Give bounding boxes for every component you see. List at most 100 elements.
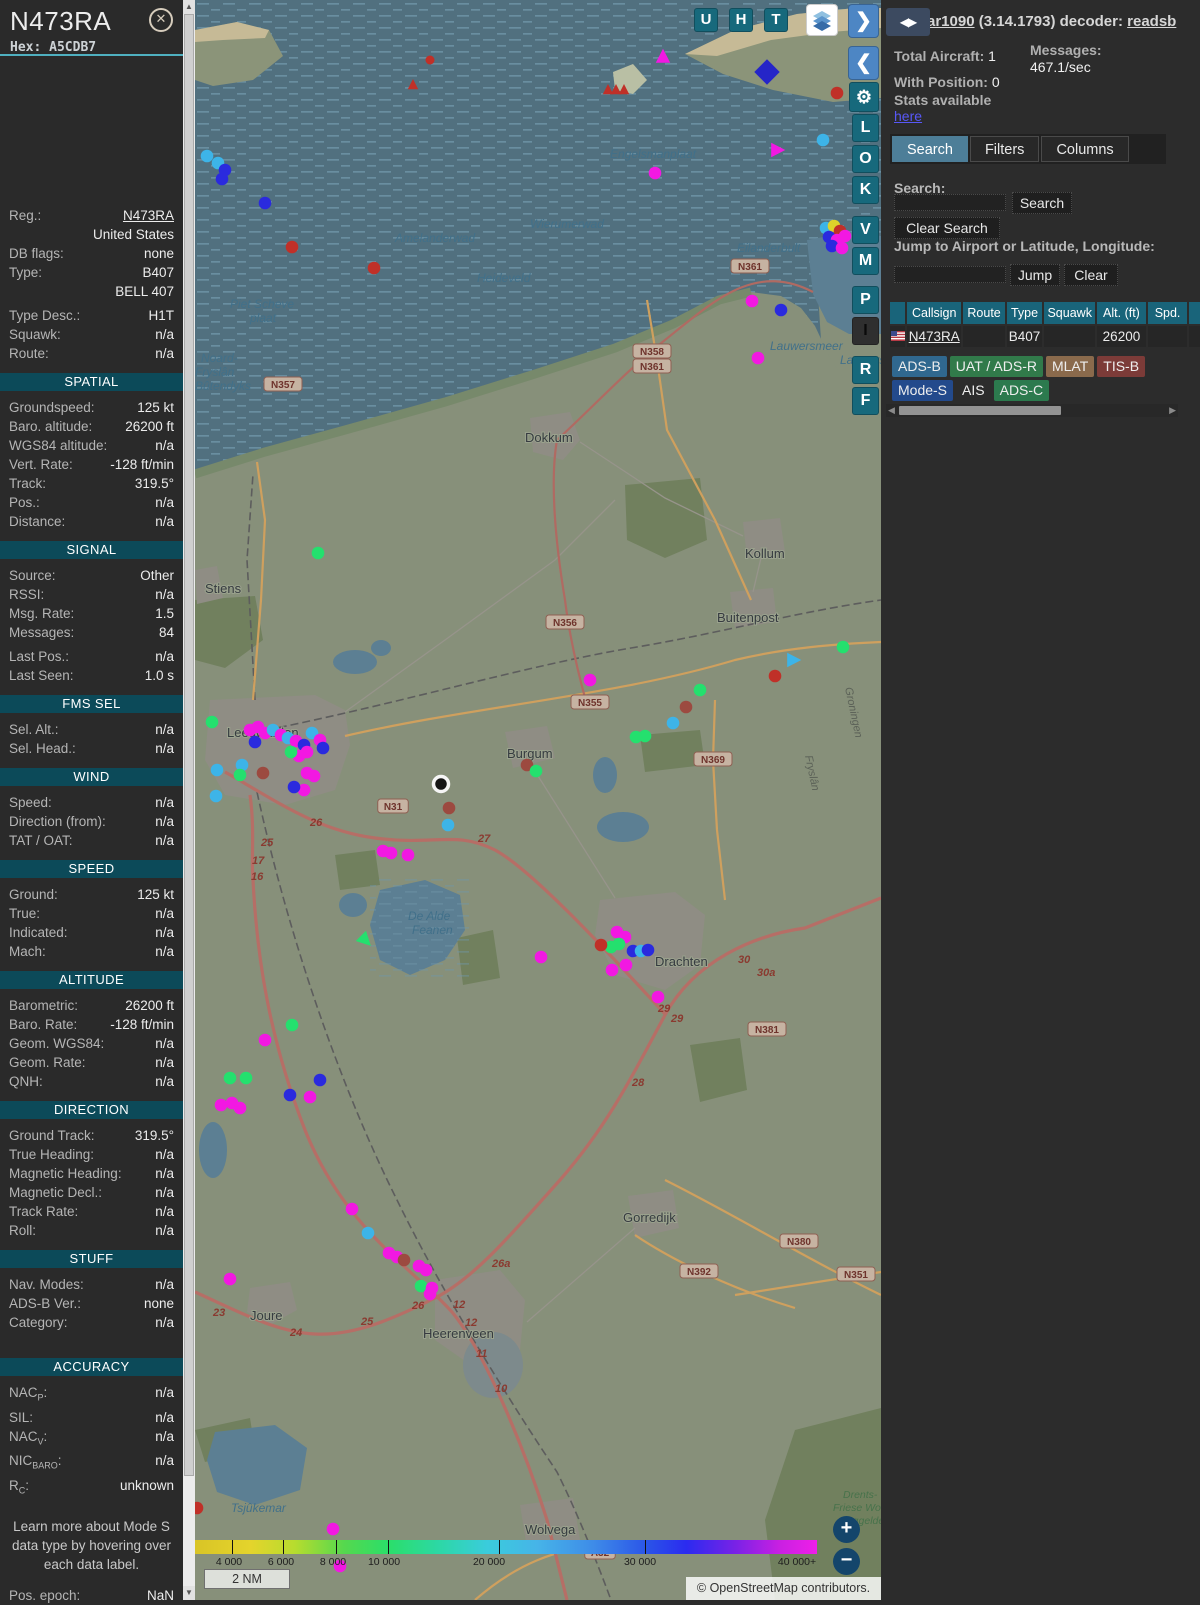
column-header[interactable] bbox=[1189, 302, 1200, 324]
close-icon[interactable]: ✕ bbox=[149, 8, 173, 32]
aircraft-dot[interactable] bbox=[441, 818, 455, 832]
column-header-squawk[interactable]: Squawk bbox=[1044, 302, 1096, 324]
aircraft-dot[interactable] bbox=[361, 1226, 375, 1240]
scroll-right-icon[interactable]: ▶ bbox=[1169, 405, 1176, 416]
aircraft-dot[interactable] bbox=[200, 149, 214, 163]
aircraft-dot[interactable] bbox=[774, 303, 788, 317]
aircraft-dot[interactable] bbox=[745, 294, 759, 308]
layers-button[interactable] bbox=[806, 4, 838, 36]
clear-search-button[interactable]: Clear Search bbox=[894, 217, 1000, 239]
map-button-H[interactable]: H bbox=[729, 8, 753, 32]
scroll-left-icon[interactable]: ◀ bbox=[888, 405, 895, 416]
aircraft-dot[interactable] bbox=[283, 1088, 297, 1102]
aircraft-dot[interactable] bbox=[285, 240, 299, 254]
badge-ads-c[interactable]: ADS-C bbox=[993, 380, 1050, 401]
sidebar-expand-button[interactable]: ❯ bbox=[848, 4, 879, 38]
badge-ais[interactable]: AIS bbox=[956, 380, 991, 401]
aircraft-dot[interactable] bbox=[816, 133, 830, 147]
search-input[interactable] bbox=[894, 194, 1006, 211]
badge-tis-b[interactable]: TIS-B bbox=[1097, 356, 1146, 377]
map-button-F[interactable]: F bbox=[852, 387, 879, 415]
scroll-up-icon[interactable]: ▲ bbox=[183, 0, 195, 14]
aircraft-dot[interactable] bbox=[835, 241, 849, 255]
aircraft-dot[interactable] bbox=[215, 172, 229, 186]
aircraft-dot[interactable] bbox=[638, 729, 652, 743]
aircraft-dot[interactable] bbox=[423, 1287, 437, 1301]
aircraft-dot[interactable] bbox=[223, 1272, 237, 1286]
aircraft-dot[interactable] bbox=[534, 950, 548, 964]
map-canvas[interactable]: GroningenFryslân EngelsmanplaatWierumerw… bbox=[195, 0, 881, 1600]
aircraft-dot[interactable] bbox=[326, 1522, 340, 1536]
map-button-M[interactable]: M bbox=[852, 247, 879, 275]
table-horizontal-scrollbar[interactable]: ◀ ▶ bbox=[886, 404, 1178, 417]
aircraft-dot[interactable] bbox=[313, 1073, 327, 1087]
badge-mlat[interactable]: MLAT bbox=[1045, 356, 1095, 377]
badge-mode-s[interactable]: Mode-S bbox=[892, 380, 954, 401]
column-header[interactable] bbox=[890, 302, 906, 324]
aircraft-dot[interactable] bbox=[233, 1101, 247, 1115]
aircraft-dot[interactable] bbox=[248, 735, 262, 749]
aircraft-dot[interactable] bbox=[583, 673, 597, 687]
badge-uat-ads-r[interactable]: UAT / ADS-R bbox=[949, 356, 1043, 377]
aircraft-dot[interactable] bbox=[210, 763, 224, 777]
tab-search[interactable]: Search bbox=[892, 136, 968, 162]
aircraft-dot[interactable] bbox=[693, 683, 707, 697]
aircraft-dot[interactable] bbox=[651, 990, 665, 1004]
decoder-link[interactable]: readsb bbox=[1127, 13, 1176, 30]
jump-button[interactable]: Jump bbox=[1010, 264, 1060, 286]
aircraft-dot[interactable] bbox=[345, 1202, 359, 1216]
aircraft-dot[interactable] bbox=[830, 86, 844, 100]
sidebar-collapse-button[interactable]: ❮ bbox=[848, 46, 879, 80]
aircraft-dot[interactable] bbox=[529, 764, 543, 778]
stats-here-link[interactable]: here bbox=[894, 108, 922, 124]
aircraft-dot[interactable] bbox=[367, 261, 381, 275]
map-button-U[interactable]: U bbox=[694, 8, 718, 32]
jump-clear-button[interactable]: Clear bbox=[1064, 264, 1118, 286]
settings-gear-button[interactable]: ⚙ bbox=[849, 82, 879, 112]
hscroll-thumb[interactable] bbox=[899, 406, 1061, 415]
aircraft-table-header[interactable]: Callsign Route Type Squawk Alt. (ft) Spd. bbox=[890, 302, 1200, 324]
aircraft-dot[interactable] bbox=[214, 1098, 228, 1112]
aircraft-dot[interactable] bbox=[303, 1090, 317, 1104]
aircraft-dot[interactable] bbox=[223, 1071, 237, 1085]
aircraft-table-row[interactable]: N473RA B407 26200 bbox=[890, 326, 1200, 347]
aircraft-dot[interactable] bbox=[619, 958, 633, 972]
map-button-L[interactable]: L bbox=[852, 114, 879, 142]
column-header-altft[interactable]: Alt. (ft) bbox=[1097, 302, 1146, 324]
aircraft-dot[interactable] bbox=[751, 351, 765, 365]
map-button-P[interactable]: P bbox=[852, 286, 879, 314]
left-panel-scrollbar[interactable]: ▲ ▼ bbox=[183, 0, 195, 1600]
column-header-type[interactable]: Type bbox=[1006, 302, 1043, 324]
aircraft-dot[interactable] bbox=[258, 1033, 272, 1047]
aircraft-dot[interactable] bbox=[287, 780, 301, 794]
scrollbar-thumb[interactable] bbox=[184, 14, 194, 1476]
jump-input[interactable] bbox=[894, 266, 1006, 283]
aircraft-dot[interactable] bbox=[836, 640, 850, 654]
zoom-in-button[interactable]: + bbox=[833, 1516, 860, 1543]
aircraft-dot[interactable] bbox=[419, 1263, 433, 1277]
column-header-route[interactable]: Route bbox=[963, 302, 1005, 324]
aircraft-dot[interactable] bbox=[233, 768, 247, 782]
search-button[interactable]: Search bbox=[1012, 192, 1072, 214]
scroll-down-icon[interactable]: ▼ bbox=[183, 1586, 195, 1600]
aircraft-dot[interactable] bbox=[641, 943, 655, 957]
aircraft-dot[interactable] bbox=[316, 741, 330, 755]
map-button-V[interactable]: V bbox=[852, 216, 879, 244]
aircraft-dot[interactable] bbox=[239, 1071, 253, 1085]
aircraft-dot[interactable] bbox=[307, 769, 321, 783]
column-header-spd[interactable]: Spd. bbox=[1147, 302, 1188, 324]
map-button-I[interactable]: I bbox=[852, 317, 879, 345]
panel-width-toggle-button[interactable]: ◀▶ bbox=[886, 8, 930, 36]
map[interactable]: Groningen Fryslân Engelsmanplaat Wierumerw… bbox=[195, 0, 881, 1600]
aircraft-dot[interactable] bbox=[397, 1253, 411, 1267]
aircraft-dot[interactable] bbox=[425, 55, 435, 65]
map-button-R[interactable]: R bbox=[852, 356, 879, 384]
aircraft-dot[interactable] bbox=[205, 715, 219, 729]
map-button-T[interactable]: T bbox=[764, 8, 788, 32]
aircraft-dot[interactable] bbox=[284, 745, 298, 759]
selected-aircraft-marker[interactable] bbox=[431, 774, 451, 794]
altitude-legend-bar[interactable] bbox=[195, 1540, 817, 1554]
map-button-K[interactable]: K bbox=[852, 176, 879, 204]
aircraft-dot[interactable] bbox=[666, 716, 680, 730]
aircraft-dot[interactable] bbox=[768, 669, 782, 683]
